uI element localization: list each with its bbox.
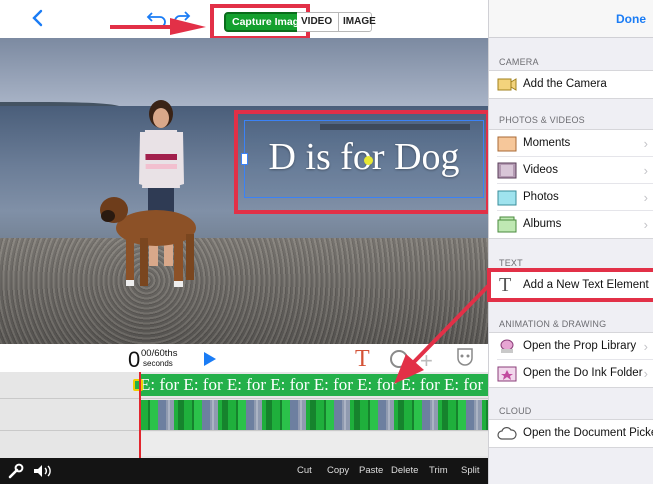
albums-label: Albums [523, 218, 562, 230]
split-button[interactable]: Split [461, 465, 479, 476]
prop-icon [500, 339, 514, 353]
animation-group: Open the Prop Library › Open the Do Ink … [489, 332, 653, 388]
paste-button[interactable]: Paste [359, 465, 383, 476]
dog-figure[interactable] [96, 188, 206, 298]
photos-videos-group: Moments › Videos › Photos › Albums › [489, 129, 653, 239]
prop-library-item[interactable]: Open the Prop Library › [497, 333, 653, 360]
cloud-icon [497, 427, 517, 440]
chevron-right-icon: › [643, 217, 648, 232]
photos-item[interactable]: Photos › [497, 184, 653, 211]
albums-icon [497, 216, 517, 233]
moments-label: Moments [523, 137, 571, 149]
insert-panel: Done CAMERA Add the Camera PHOTOS & VIDE… [487, 0, 653, 484]
cut-button[interactable]: Cut [297, 465, 312, 476]
section-header-photos-videos: PHOTOS & VIDEOS [499, 115, 585, 125]
copy-button[interactable]: Copy [327, 465, 349, 476]
wrench-icon[interactable] [8, 463, 24, 479]
text-track-handle[interactable] [133, 379, 143, 391]
section-header-animation: ANIMATION & DRAWING [499, 319, 607, 329]
cloud-group: Open the Document Picker [489, 419, 653, 448]
preview-sky [0, 38, 488, 106]
moments-item[interactable]: Moments › [497, 130, 653, 157]
camera-icon [497, 78, 517, 91]
chevron-right-icon: › [643, 136, 648, 151]
done-button[interactable]: Done [616, 12, 646, 26]
delete-button[interactable]: Delete [391, 465, 418, 476]
section-header-camera: CAMERA [499, 57, 539, 67]
videos-label: Videos [523, 164, 558, 176]
section-header-text: TEXT [499, 258, 523, 268]
time-unit: seconds [143, 359, 173, 368]
chevron-right-icon: › [643, 163, 648, 178]
time-fraction: 00/60ths [141, 348, 178, 359]
chevron-right-icon: › [643, 339, 648, 354]
editor-topbar: Capture Image VIDEO IMAGE [0, 0, 488, 40]
albums-item[interactable]: Albums › [497, 211, 653, 238]
annotation-arrow-icon [394, 278, 496, 384]
camera-group: Add the Camera [489, 70, 653, 99]
video-mode-tab[interactable]: VIDEO [297, 12, 339, 32]
app-root: Capture Image VIDEO IMAGE D is for Dog 0… [0, 0, 653, 484]
trim-button[interactable]: Trim [429, 465, 448, 476]
text-element-frame[interactable]: D is for Dog [241, 120, 484, 198]
chevron-right-icon: › [643, 190, 648, 205]
image-mode-tab[interactable]: IMAGE [338, 12, 376, 32]
photos-icon [497, 190, 517, 206]
panel-header: Done [489, 0, 653, 38]
edit-toolbar: Cut Copy Paste Delete Trim Split [0, 458, 488, 484]
add-camera-label: Add the Camera [523, 78, 607, 90]
do-ink-folder-item[interactable]: Open the Do Ink Folder › [497, 360, 653, 387]
playhead[interactable] [139, 372, 141, 458]
document-picker-label: Open the Document Picker [523, 427, 653, 439]
text-tool-icon[interactable]: T [355, 346, 370, 373]
document-picker-item[interactable]: Open the Document Picker [497, 420, 653, 447]
chevron-right-icon: › [643, 366, 648, 381]
audio-track[interactable] [140, 432, 488, 456]
section-header-cloud: CLOUD [499, 406, 532, 416]
play-icon[interactable] [203, 351, 217, 367]
video-track-clip[interactable] [140, 400, 488, 430]
text-item-highlight-box [487, 268, 653, 302]
speaker-icon[interactable] [33, 464, 55, 478]
annotation-arrow-icon [110, 18, 206, 35]
moments-icon [497, 136, 517, 152]
text-element-anchor[interactable] [364, 156, 373, 165]
prop-library-label: Open the Prop Library [523, 340, 637, 352]
videos-item[interactable]: Videos › [497, 157, 653, 184]
add-camera-item[interactable]: Add the Camera [497, 71, 653, 98]
do-ink-folder-label: Open the Do Ink Folder [523, 367, 643, 379]
editor-area: Capture Image VIDEO IMAGE D is for Dog 0… [0, 0, 496, 484]
photos-label: Photos [523, 191, 559, 203]
folder-icon [497, 366, 517, 382]
track-divider [0, 398, 488, 399]
back-chevron-icon[interactable] [30, 9, 44, 27]
track-divider [0, 430, 488, 431]
time-seconds: 0 [128, 347, 141, 372]
videos-icon [497, 162, 517, 179]
